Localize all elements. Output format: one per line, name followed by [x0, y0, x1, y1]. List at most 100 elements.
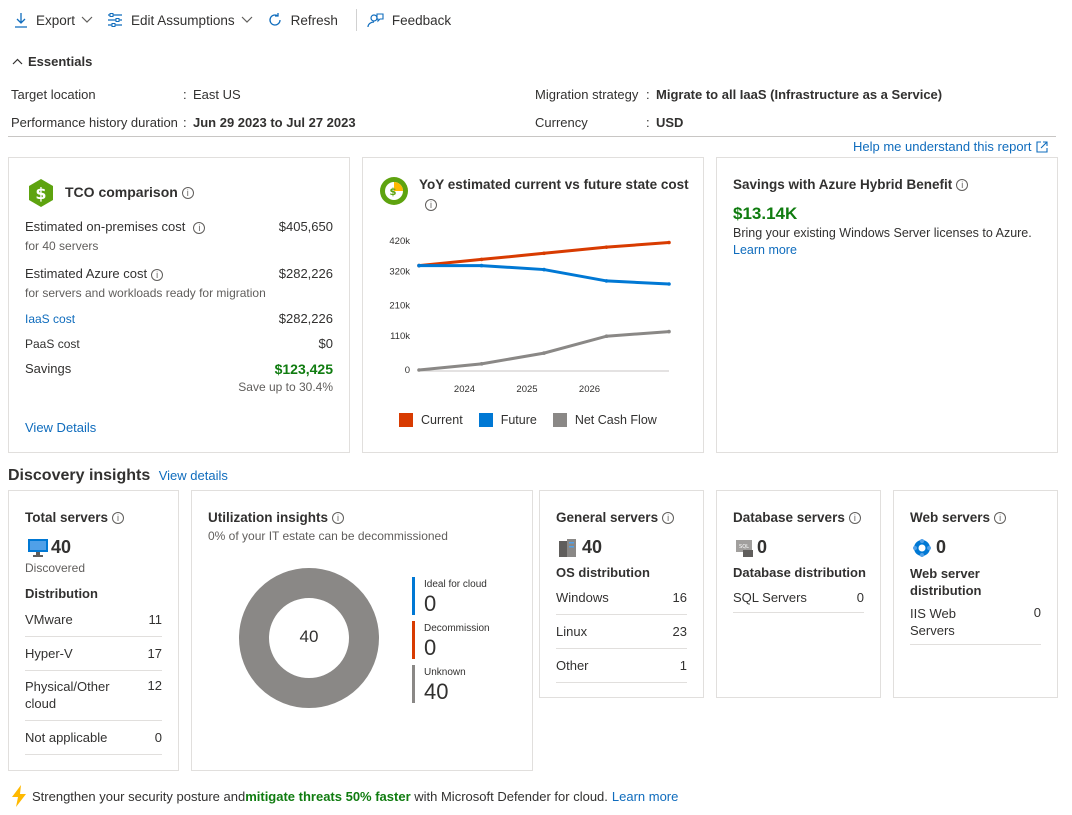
- essentials-divider: [8, 136, 1056, 137]
- distribution-value: 0: [154, 730, 162, 745]
- paas-cost-value: $0: [318, 336, 333, 351]
- banner-learn-more-link[interactable]: Learn more: [612, 789, 678, 804]
- data-point: [604, 279, 609, 283]
- info-icon[interactable]: i: [332, 512, 344, 525]
- legend-swatch: [478, 413, 493, 427]
- legend-value: 0: [424, 635, 437, 660]
- database-servers-card: Database servers i SQL 0 Database distrib…: [716, 490, 881, 698]
- help-link[interactable]: Help me understand this report: [853, 139, 1049, 154]
- legend-item[interactable]: Current: [399, 413, 463, 427]
- refresh-icon: [268, 13, 281, 26]
- essentials-toggle[interactable]: Essentials: [12, 54, 92, 69]
- x-tick-label: 2026: [579, 384, 600, 395]
- distribution-label: Physical/Other cloud: [25, 679, 110, 711]
- info-icon[interactable]: i: [193, 221, 206, 234]
- legend-swatch: [552, 413, 567, 427]
- feedback-button[interactable]: Feedback: [367, 6, 451, 34]
- info-icon[interactable]: i: [662, 512, 675, 525]
- banner-prefix: Strengthen your security posture and: [32, 788, 246, 804]
- list-item: Windows 16: [556, 581, 687, 615]
- legend-label: Current: [421, 413, 463, 427]
- os-value: 23: [672, 624, 687, 639]
- distribution-title: Distribution: [25, 586, 98, 601]
- sql-server-icon: SQL: [736, 539, 753, 557]
- iaas-cost-link[interactable]: IaaS cost: [25, 312, 75, 326]
- x-tick-label: 2025: [516, 384, 537, 395]
- distribution-value: 11: [148, 612, 163, 627]
- list-item: Linux 23: [556, 615, 687, 649]
- yoy-chart-card: $ YoY estimated current vs future state …: [362, 157, 704, 453]
- info-icon[interactable]: i: [181, 187, 194, 200]
- tco-view-details-link[interactable]: View Details: [25, 420, 96, 435]
- list-item: SQL Servers 0: [733, 581, 864, 613]
- chevron-up-icon: [12, 58, 23, 65]
- database-servers-count-row: SQL 0: [735, 537, 767, 558]
- database-servers-title: Database servers i: [733, 510, 861, 525]
- info-icon[interactable]: i: [112, 512, 125, 525]
- data-point: [479, 257, 484, 262]
- data-point: [417, 368, 421, 372]
- data-point: [542, 251, 546, 256]
- data-point: [667, 240, 671, 245]
- os-distribution-title: OS distribution: [556, 565, 650, 580]
- chart-legend: Current Future Net Cash Flow: [399, 413, 673, 427]
- db-value: 0: [856, 590, 864, 605]
- distribution-value: 17: [147, 646, 162, 661]
- total-servers-count-label: Discovered: [25, 561, 86, 575]
- y-tick-label: 110k: [390, 331, 410, 342]
- open-external-icon: [1036, 140, 1049, 153]
- target-location-value: East US: [193, 87, 241, 102]
- svg-text:SQL: SQL: [739, 544, 749, 550]
- edit-assumptions-button[interactable]: Edit Assumptions: [107, 6, 253, 34]
- info-icon[interactable]: i: [994, 512, 1007, 525]
- legend-item[interactable]: Future: [478, 413, 537, 427]
- list-item: IIS Web Servers 0: [910, 599, 1041, 645]
- export-label: Export: [36, 12, 76, 28]
- refresh-button[interactable]: Refresh: [267, 6, 338, 34]
- utilization-subtitle: 0% of your IT estate can be decommission…: [208, 529, 448, 543]
- iaas-cost-row: IaaS cost $282,226: [25, 311, 333, 326]
- currency-label: Currency: [535, 115, 588, 130]
- savings-row: Savings $123,425: [25, 361, 333, 377]
- os-label: Linux: [556, 624, 588, 639]
- total-servers-title: Total servers i: [25, 510, 125, 525]
- db-label: SQL Servers: [733, 590, 807, 605]
- web-value: 0: [1033, 605, 1041, 620]
- hybrid-title-text: Savings with Azure Hybrid Benefit: [733, 177, 953, 192]
- general-servers-count: 40: [582, 537, 603, 557]
- command-bar: Export Edit Assumptions Refresh Feedback: [0, 0, 1072, 40]
- series-line-net-cash-flow[interactable]: [418, 330, 670, 372]
- web-servers-count: 0: [936, 537, 947, 557]
- database-servers-count: 0: [757, 537, 768, 557]
- os-value: 16: [672, 590, 687, 605]
- iaas-cost-value: $282,226: [278, 311, 333, 326]
- azure-cost-label: Estimated Azure cost: [25, 266, 148, 281]
- total-servers-title-text: Total servers: [25, 510, 109, 525]
- hybrid-savings-value: $13.14K: [733, 204, 798, 223]
- distribution-label: VMware: [25, 612, 73, 627]
- feedback-icon: [367, 13, 384, 28]
- onprem-cost-label: Estimated on-premises cost: [25, 219, 186, 234]
- legend-item[interactable]: Net Cash Flow: [552, 413, 657, 427]
- total-servers-count: 40: [51, 537, 72, 557]
- web-servers-count-row: 0: [912, 537, 946, 558]
- database-servers-title-text: Database servers: [733, 510, 845, 525]
- hybrid-learn-more-link[interactable]: Learn more: [733, 243, 797, 257]
- legend-label: Ideal for cloud: [424, 579, 487, 590]
- info-icon[interactable]: i: [151, 268, 164, 281]
- info-icon[interactable]: i: [956, 179, 969, 192]
- legend-bar-unknown: [412, 665, 415, 703]
- general-servers-title: General servers i: [556, 510, 675, 525]
- separator: :: [646, 87, 650, 102]
- savings-percent: Save up to 30.4%: [238, 380, 333, 394]
- perf-history-label: Performance history duration: [11, 115, 178, 130]
- paas-cost-label: PaaS cost: [25, 337, 80, 351]
- onprem-cost-row: Estimated on-premises cost i for 40 serve…: [25, 219, 333, 253]
- web-servers-card: Web servers i 0 Web server distribution I…: [893, 490, 1058, 698]
- info-icon[interactable]: i: [848, 512, 861, 525]
- data-point: [604, 334, 609, 339]
- os-value: 1: [679, 658, 687, 673]
- azure-cost-sub: for servers and workloads ready for migr…: [25, 286, 266, 300]
- export-button[interactable]: Export: [14, 6, 93, 34]
- discovery-view-details-link[interactable]: View details: [159, 468, 228, 483]
